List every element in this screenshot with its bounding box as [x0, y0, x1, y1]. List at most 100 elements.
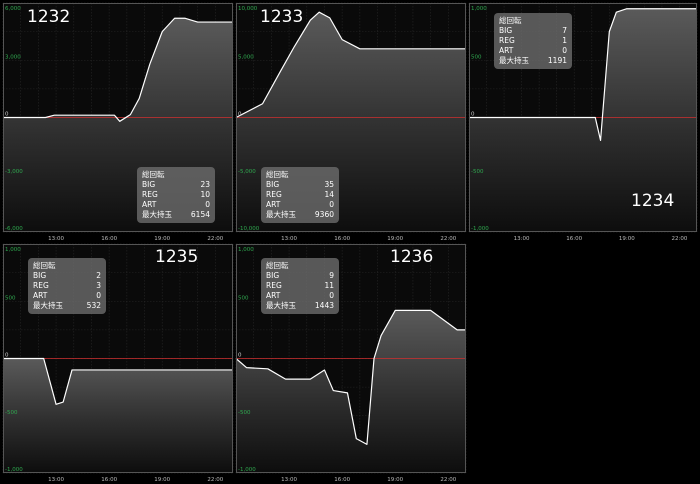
machine-number-title: 1235: [155, 247, 199, 267]
y-tick-label: -3,000: [5, 169, 23, 175]
chart-panel-1235: 1,000 500 0 -500 -1,000 13:00 16:00 19:00 22:00 1…: [2, 243, 234, 484]
legend-label: ART: [33, 291, 48, 300]
y-tick-label: 1,000: [5, 247, 21, 253]
y-tick-label: -6,000: [5, 226, 23, 232]
legend-row: 最大持玉 532: [33, 301, 101, 311]
legend-value: 1: [562, 36, 567, 45]
legend-row: 最大持玉 1443: [266, 301, 334, 311]
y-tick-label: 0: [471, 112, 475, 118]
stats-legend: 総回転 BIG 7 REG 1 ART 0 最大持玉 1191: [494, 13, 572, 69]
legend-value: 1443: [314, 301, 334, 310]
y-tick-label: -500: [5, 410, 18, 416]
legend-label: BIG: [33, 271, 47, 280]
legend-label: ART: [266, 291, 281, 300]
x-tick-label: 19:00: [387, 236, 403, 242]
y-tick-label: 500: [471, 54, 482, 60]
x-tick-label: 16:00: [101, 477, 117, 483]
legend-value: 532: [86, 301, 101, 310]
y-tick-label: -500: [471, 169, 484, 175]
legend-row: 最大持玉 6154: [142, 210, 210, 220]
stats-legend: 総回転 BIG 23 REG 10 ART 0 最大持玉 6154: [137, 167, 215, 223]
x-tick-label: 16:00: [334, 477, 350, 483]
series-area: [3, 358, 233, 473]
legend-row: REG 11: [266, 281, 334, 291]
y-tick-label: 500: [5, 295, 16, 301]
legend-value: 3: [96, 281, 101, 290]
x-tick-label: 13:00: [48, 477, 64, 483]
legend-header: 総回転: [142, 170, 165, 179]
y-tick-label: -5,000: [238, 169, 256, 175]
legend-row: BIG 7: [499, 26, 567, 36]
legend-value: 2: [96, 271, 101, 280]
x-tick-label: 13:00: [48, 236, 64, 242]
machine-number-title: 1234: [631, 191, 675, 211]
legend-row: REG 14: [266, 190, 334, 200]
legend-value: 0: [96, 291, 101, 300]
chart-panel-1233: 10,000 5,000 0 -5,000 -10,000 13:00 16:00 19:00…: [235, 2, 467, 243]
y-tick-label: 0: [238, 112, 242, 118]
y-tick-label: 10,000: [238, 6, 258, 12]
legend-value: 9360: [314, 210, 334, 219]
chart-panel-1232: 6,000 3,000 0 -3,000 -6,000 13:00 16:00 19:00 22…: [2, 2, 234, 243]
y-tick-label: -500: [238, 410, 251, 416]
legend-label: 最大持玉: [142, 210, 172, 219]
x-tick-label: 13:00: [281, 477, 297, 483]
x-tick-label: 19:00: [154, 477, 170, 483]
legend-row: REG 1: [499, 36, 567, 46]
x-tick-label: 16:00: [566, 236, 582, 242]
legend-row: REG 10: [142, 190, 210, 200]
x-tick-label: 13:00: [514, 236, 530, 242]
x-tick-label: 19:00: [619, 236, 635, 242]
legend-row: ART 0: [266, 200, 334, 210]
legend-label: REG: [266, 281, 282, 290]
y-tick-label: 0: [5, 353, 9, 359]
legend-value: 10: [200, 190, 210, 199]
y-tick-label: 6,000: [5, 6, 21, 12]
legend-label: BIG: [266, 271, 280, 280]
legend-label: 最大持玉: [33, 301, 63, 310]
legend-label: 最大持玉: [266, 301, 296, 310]
legend-label: REG: [266, 190, 282, 199]
legend-value: 0: [562, 46, 567, 55]
legend-row: BIG 35: [266, 180, 334, 190]
legend-value: 0: [329, 291, 334, 300]
chart-panel-1234: 1,000 500 0 -500 -1,000 13:00 16:00 19:00 22:00 1…: [468, 2, 698, 243]
legend-label: ART: [142, 200, 157, 209]
x-tick-label: 13:00: [281, 236, 297, 242]
legend-value: 11: [324, 281, 334, 290]
legend-label: ART: [499, 46, 514, 55]
y-tick-label: 1,000: [238, 247, 254, 253]
y-tick-label: -1,000: [5, 467, 23, 473]
y-tick-label: 500: [238, 295, 249, 301]
legend-value: 0: [329, 200, 334, 209]
legend-header: 総回転: [33, 261, 56, 270]
y-tick-label: 1,000: [471, 6, 487, 12]
x-tick-label: 19:00: [154, 236, 170, 242]
machine-number-title: 1233: [260, 7, 304, 27]
legend-value: 35: [324, 180, 334, 189]
legend-value: 23: [200, 180, 210, 189]
x-tick-label: 22:00: [440, 236, 456, 242]
legend-row: ART 0: [142, 200, 210, 210]
x-tick-label: 16:00: [334, 236, 350, 242]
x-tick-label: 22:00: [672, 236, 688, 242]
legend-label: ART: [266, 200, 281, 209]
legend-value: 6154: [190, 210, 210, 219]
legend-label: REG: [142, 190, 158, 199]
legend-row: ART 0: [266, 291, 334, 301]
legend-label: BIG: [266, 180, 280, 189]
legend-value: 7: [562, 26, 567, 35]
legend-row: 最大持玉 9360: [266, 210, 334, 220]
legend-label: REG: [33, 281, 49, 290]
y-tick-label: -1,000: [238, 467, 256, 473]
x-tick-label: 22:00: [440, 477, 456, 483]
legend-value: 0: [205, 200, 210, 209]
y-tick-label: -1,000: [471, 226, 489, 232]
legend-header: 総回転: [499, 16, 522, 25]
legend-value: 1191: [547, 56, 567, 65]
x-tick-label: 22:00: [207, 477, 223, 483]
legend-header: 総回転: [266, 170, 289, 179]
x-tick-label: 16:00: [101, 236, 117, 242]
legend-label: 最大持玉: [266, 210, 296, 219]
x-tick-label: 22:00: [207, 236, 223, 242]
